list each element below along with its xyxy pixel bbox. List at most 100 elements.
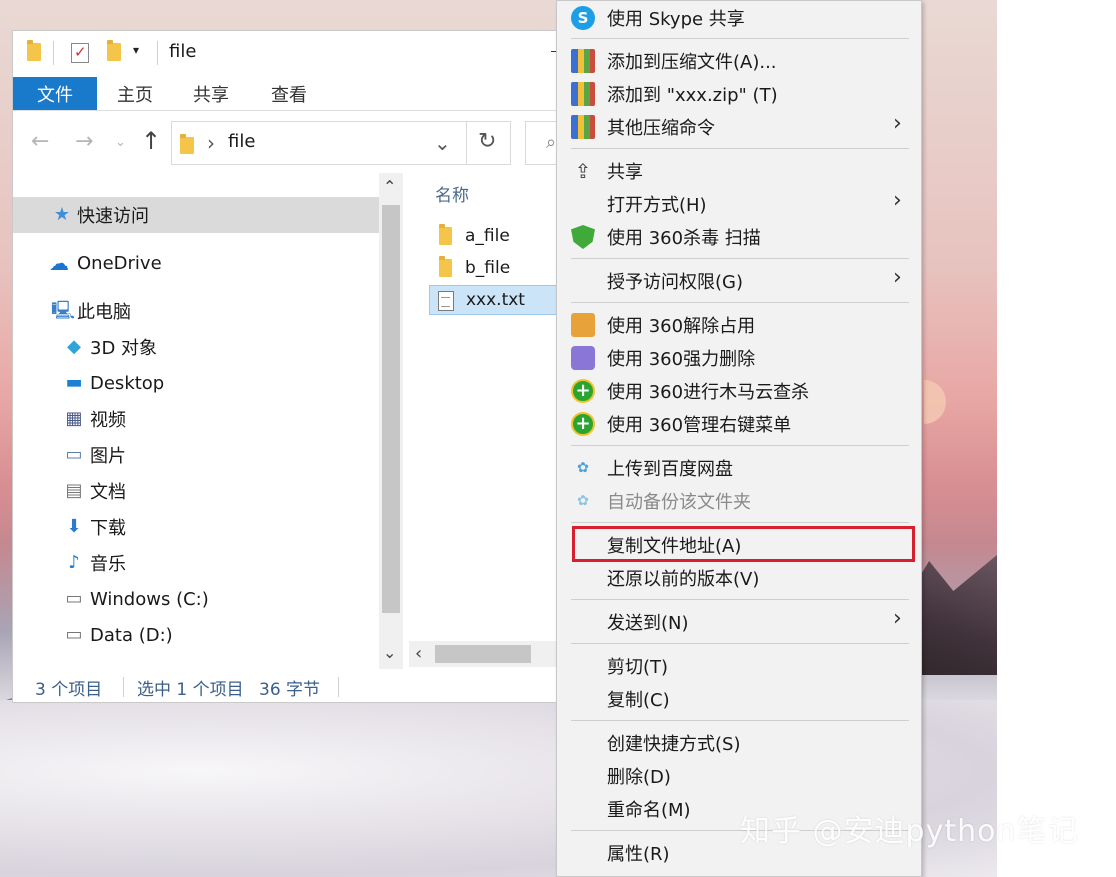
- menu-item-create-shortcut[interactable]: 创建快捷方式(S): [557, 726, 921, 759]
- nav-item-3d-objects[interactable]: ◆ 3D 对象: [13, 329, 379, 365]
- back-arrow-icon[interactable]: ←: [31, 129, 49, 154]
- menu-item-label: 使用 360杀毒 扫描: [607, 228, 761, 249]
- navigation-pane: ★ 快速访问 ☁ OneDrive 🖳 此电脑 ◆ 3D 对象 ▬ Deskto…: [13, 173, 379, 669]
- nav-item-documents[interactable]: ▤ 文档: [13, 473, 379, 509]
- status-size: 36 字节: [259, 680, 321, 700]
- divider: [571, 148, 909, 149]
- menu-item-delete[interactable]: 删除(D): [557, 759, 921, 792]
- tab-file[interactable]: 文件: [13, 77, 97, 110]
- scrollbar-thumb[interactable]: [435, 645, 531, 663]
- list-item-b-file[interactable]: b_file: [429, 253, 558, 283]
- menu-item-open-with[interactable]: 打开方式(H) ›: [557, 187, 921, 220]
- address-path[interactable]: file: [228, 131, 255, 152]
- column-header-name[interactable]: 名称: [435, 181, 469, 206]
- menu-item-360-manage-menu[interactable]: + 使用 360管理右键菜单: [557, 407, 921, 440]
- customize-quick-access-icon[interactable]: ▾: [133, 43, 139, 57]
- menu-item-360-unlock[interactable]: 使用 360解除占用: [557, 308, 921, 341]
- file-list-scrollbar[interactable]: ‹: [409, 641, 558, 667]
- moon-graphic: [924, 380, 946, 424]
- list-item-a-file[interactable]: a_file: [429, 221, 558, 251]
- chevron-down-icon[interactable]: ⌄: [434, 131, 451, 155]
- nav-item-drive-d[interactable]: ▭ Data (D:): [13, 617, 379, 653]
- computer-icon: 🖳: [51, 300, 76, 321]
- nav-item-label: 视频: [90, 410, 126, 431]
- menu-item-baidu-upload[interactable]: ✿ 上传到百度网盘: [557, 451, 921, 484]
- refresh-icon[interactable]: ↻: [478, 129, 496, 154]
- menu-item-label: 打开方式(H): [607, 195, 707, 216]
- winrar-icon: [571, 49, 595, 73]
- menu-item-label: 重命名(M): [607, 800, 691, 821]
- divider: [466, 122, 467, 164]
- nav-item-label: Data (D:): [90, 624, 173, 646]
- nav-item-music[interactable]: ♪ 音乐: [13, 545, 379, 581]
- scrollbar-thumb[interactable]: [382, 205, 400, 613]
- nav-item-pictures[interactable]: ▭ 图片: [13, 437, 379, 473]
- nav-item-videos[interactable]: ▦ 视频: [13, 401, 379, 437]
- text-file-icon: [438, 291, 454, 311]
- menu-item-auto-backup: ✿ 自动备份该文件夹: [557, 484, 921, 517]
- baidu-netdisk-icon: ✿: [577, 493, 589, 509]
- winrar-icon: [571, 115, 595, 139]
- nav-item-onedrive[interactable]: ☁ OneDrive: [13, 245, 379, 281]
- menu-item-add-to-zip[interactable]: 添加到 "xxx.zip" (T): [557, 77, 921, 110]
- menu-item-grant-access[interactable]: 授予访问权限(G) ›: [557, 264, 921, 297]
- divider: [571, 643, 909, 644]
- status-bar: 3 个项目 选中 1 个项目 36 字节: [13, 669, 558, 703]
- menu-item-360-trojan-scan[interactable]: + 使用 360进行木马云查杀: [557, 374, 921, 407]
- address-bar[interactable]: › file ⌄ ↻: [171, 121, 511, 165]
- nav-item-drive-c[interactable]: ▭ Windows (C:): [13, 581, 379, 617]
- chevron-left-icon[interactable]: ‹: [415, 643, 422, 664]
- menu-item-share[interactable]: ⇪ 共享: [557, 154, 921, 187]
- menu-item-copy[interactable]: 复制(C): [557, 682, 921, 715]
- up-arrow-icon[interactable]: ↑: [141, 127, 161, 155]
- list-item-xxx-txt[interactable]: xxx.txt: [429, 285, 558, 315]
- unlock-icon: [571, 313, 595, 337]
- file-explorer-window: ▾ file 文件 主页 共享 查看 ← → ⌄ ↑ › file ⌄ ↻ ⌕ …: [12, 30, 565, 703]
- menu-item-skype-share[interactable]: S 使用 Skype 共享: [557, 1, 921, 34]
- nav-item-quick-access[interactable]: ★ 快速访问: [13, 197, 379, 233]
- nav-item-label: Windows (C:): [90, 588, 209, 610]
- folder-icon: [439, 224, 452, 245]
- menu-item-label: 使用 Skype 共享: [607, 9, 745, 30]
- properties-icon[interactable]: [71, 43, 89, 63]
- menu-item-cut[interactable]: 剪切(T): [557, 649, 921, 682]
- music-icon: ♪: [68, 552, 80, 573]
- divider: [571, 445, 909, 446]
- nav-item-label: 文档: [90, 482, 126, 503]
- new-folder-icon[interactable]: [107, 40, 121, 61]
- forward-arrow-icon[interactable]: →: [75, 129, 93, 154]
- menu-item-label: 使用 360强力删除: [607, 349, 756, 370]
- menu-item-360-scan[interactable]: 使用 360杀毒 扫描: [557, 220, 921, 253]
- menu-item-360-force-delete[interactable]: 使用 360强力删除: [557, 341, 921, 374]
- menu-item-restore-versions[interactable]: 还原以前的版本(V): [557, 561, 921, 594]
- nav-item-this-pc[interactable]: 🖳 此电脑: [13, 293, 379, 329]
- nav-pane-scrollbar[interactable]: ⌃ ⌄: [379, 173, 403, 669]
- recent-locations-icon[interactable]: ⌄: [115, 135, 126, 150]
- divider: [571, 522, 909, 523]
- menu-item-add-to-archive[interactable]: 添加到压缩文件(A)...: [557, 44, 921, 77]
- divider: [157, 41, 158, 65]
- search-icon: ⌕: [546, 132, 557, 153]
- nav-item-downloads[interactable]: ⬇ 下载: [13, 509, 379, 545]
- nav-item-label: 此电脑: [77, 302, 131, 323]
- menu-item-other-compress[interactable]: 其他压缩命令 ›: [557, 110, 921, 143]
- file-name: a_file: [465, 226, 510, 246]
- nav-item-label: OneDrive: [77, 252, 162, 274]
- highlight-annotation: [572, 526, 915, 562]
- tab-view[interactable]: 查看: [271, 77, 307, 110]
- divider: [571, 720, 909, 721]
- chevron-up-icon[interactable]: ⌃: [383, 177, 396, 196]
- ribbon: 文件 主页 共享 查看: [13, 77, 558, 111]
- tab-home[interactable]: 主页: [117, 77, 153, 110]
- menu-item-send-to[interactable]: 发送到(N) ›: [557, 605, 921, 638]
- menu-item-label: 使用 360进行木马云查杀: [607, 382, 810, 403]
- menu-item-label: 添加到压缩文件(A)...: [607, 52, 777, 73]
- baidu-netdisk-icon: ✿: [577, 460, 589, 476]
- desktop-icon: ▬: [65, 372, 83, 393]
- nav-item-desktop[interactable]: ▬ Desktop: [13, 365, 379, 401]
- divider: [571, 302, 909, 303]
- tab-share[interactable]: 共享: [193, 77, 229, 110]
- chevron-right-icon[interactable]: ›: [207, 131, 215, 155]
- chevron-down-icon[interactable]: ⌄: [383, 643, 396, 662]
- menu-item-label: 创建快捷方式(S): [607, 734, 741, 755]
